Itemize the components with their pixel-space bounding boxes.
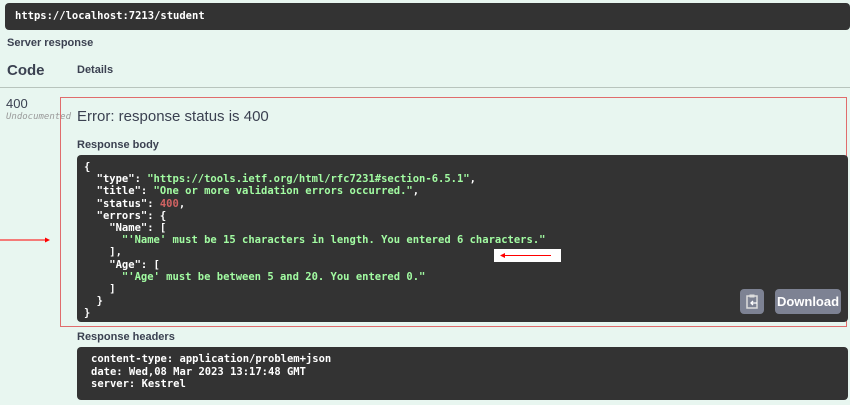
server-response-label: Server response <box>7 37 94 49</box>
json-line: ] <box>84 283 841 295</box>
json-token: "One or more validation errors occurred.… <box>153 185 413 198</box>
json-token: ] <box>84 283 116 296</box>
json-line: "'Name' must be 15 characters in length.… <box>84 234 841 246</box>
response-headers-label: Response headers <box>77 331 175 343</box>
json-token: , <box>469 173 476 186</box>
json-token: , <box>412 185 420 198</box>
json-line: "status": 400, <box>84 198 841 210</box>
json-line: "Age": [ <box>84 259 841 271</box>
json-token: "'Name' must be 15 characters in length.… <box>84 234 546 247</box>
response-code: 400 <box>6 96 28 111</box>
json-token: "Name": [ <box>84 222 167 235</box>
json-line: ], <box>84 246 841 258</box>
arrow-right-icon <box>0 237 50 243</box>
json-line: { <box>84 161 841 173</box>
response-headers: content-type: application/problem+json d… <box>77 347 848 400</box>
details-column-header: Details <box>77 64 114 76</box>
json-token: , <box>178 197 186 210</box>
json-token: "Age": [ <box>84 258 160 271</box>
json-line: "'Age' must be between 5 and 20. You ent… <box>84 271 841 283</box>
json-token: "title": <box>84 185 154 198</box>
json-token: "errors": { <box>84 209 167 222</box>
json-token: "'Age' must be between 5 and 20. You ent… <box>84 270 426 283</box>
json-line: "title": "One or more validation errors … <box>84 185 841 197</box>
json-token: ], <box>84 246 122 259</box>
arrow-left-icon <box>500 253 551 258</box>
request-url: https://localhost:7213/student <box>5 3 850 30</box>
json-token: { <box>84 161 91 173</box>
json-token: "status": <box>84 197 160 210</box>
json-line: "type": "https://tools.ietf.org/html/rfc… <box>84 173 841 185</box>
copy-button[interactable] <box>740 289 764 314</box>
header-line: content-type: application/problem+json <box>91 353 332 365</box>
download-button[interactable]: Download <box>775 289 841 314</box>
json-line: "errors": { <box>84 210 841 222</box>
annotation-arrow-box <box>494 249 561 262</box>
divider <box>0 87 850 88</box>
json-line: } <box>84 307 841 319</box>
json-token: 400 <box>159 197 179 210</box>
error-title: Error: response status is 400 <box>77 108 269 125</box>
header-line: server: Kestrel <box>91 378 186 390</box>
response-body-label: Response body <box>77 139 159 151</box>
json-token: } <box>84 295 103 308</box>
clipboard-icon <box>746 294 758 309</box>
code-column-header: Code <box>7 62 45 79</box>
json-token: "type": <box>84 173 148 186</box>
json-token: } <box>84 307 91 320</box>
response-body: { "type": "https://tools.ietf.org/html/r… <box>77 155 848 322</box>
header-line: date: Wed,08 Mar 2023 13:17:48 GMT <box>91 365 306 378</box>
json-line: } <box>84 295 841 307</box>
json-token: "https://tools.ietf.org/html/rfc7231#sec… <box>147 173 470 186</box>
json-line: "Name": [ <box>84 222 841 234</box>
